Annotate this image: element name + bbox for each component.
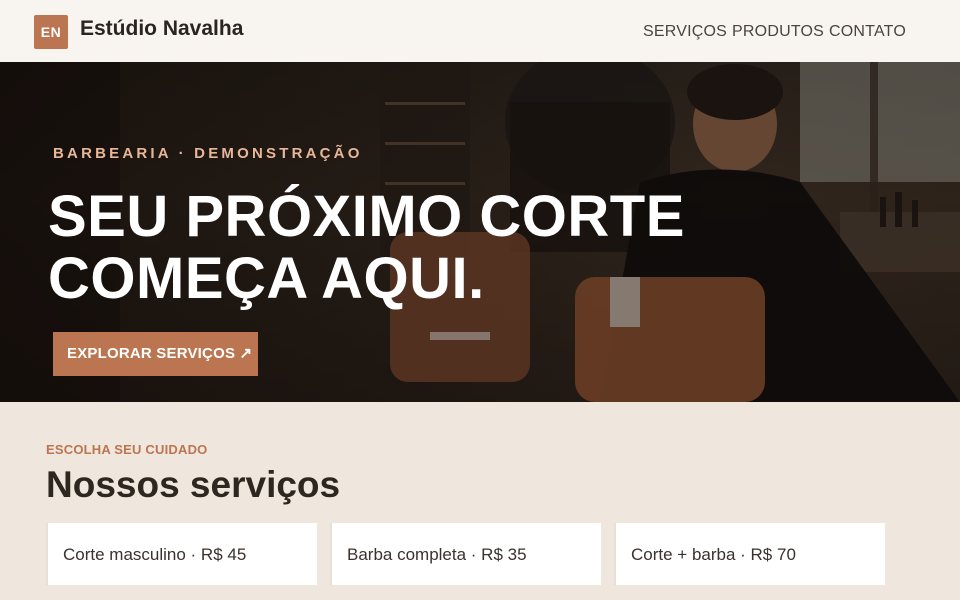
nav-item-contato[interactable]: CONTATO	[829, 23, 906, 41]
main-nav: SERVIÇOS PRODUTOS CONTATO	[643, 23, 906, 41]
site-header: EN Estúdio Navalha SERVIÇOS PRODUTOS CON…	[0, 0, 960, 62]
explore-services-button[interactable]: EXPLORAR SERVIÇOS ↗	[53, 332, 258, 376]
service-card-barba[interactable]: Barba completa · R$ 35	[330, 523, 601, 585]
services-kicker: ESCOLHA SEU CUIDADO	[46, 442, 208, 457]
services-list: Corte masculino · R$ 45 Barba completa ·…	[46, 523, 885, 585]
hero-kicker: BARBEARIA · DEMONSTRAÇÃO	[53, 145, 363, 162]
nav-item-servicos[interactable]: SERVIÇOS	[643, 23, 727, 41]
logo-badge[interactable]: EN	[34, 15, 68, 49]
service-card-corte[interactable]: Corte masculino · R$ 45	[46, 523, 317, 585]
service-card-corte-barba[interactable]: Corte + barba · R$ 70	[614, 523, 885, 585]
hero-title-line-2: COMEÇA AQUI.	[48, 246, 485, 311]
brand-name[interactable]: Estúdio Navalha	[80, 17, 243, 41]
hero-title-line-1: SEU PRÓXIMO CORTE	[48, 184, 685, 249]
services-title: Nossos serviços	[46, 464, 341, 505]
hero-title: SEU PRÓXIMO CORTE COMEÇA AQUI.	[48, 186, 685, 310]
hero-banner: BARBEARIA · DEMONSTRAÇÃO SEU PRÓXIMO COR…	[0, 62, 960, 402]
nav-item-produtos[interactable]: PRODUTOS	[732, 23, 824, 41]
